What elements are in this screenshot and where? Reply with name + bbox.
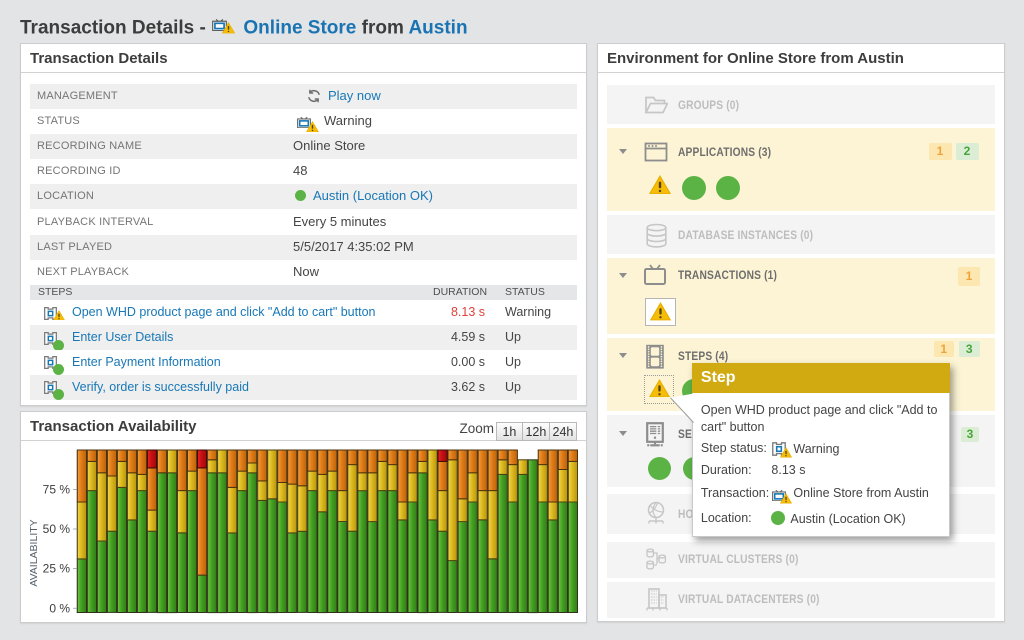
svg-text:25 %: 25 %: [43, 562, 71, 576]
svg-text:AVAILABILITY: AVAILABILITY: [28, 519, 40, 586]
svg-text:0 %: 0 %: [49, 601, 70, 615]
svg-text:50 %: 50 %: [43, 522, 71, 536]
svg-text:75 %: 75 %: [43, 483, 71, 497]
